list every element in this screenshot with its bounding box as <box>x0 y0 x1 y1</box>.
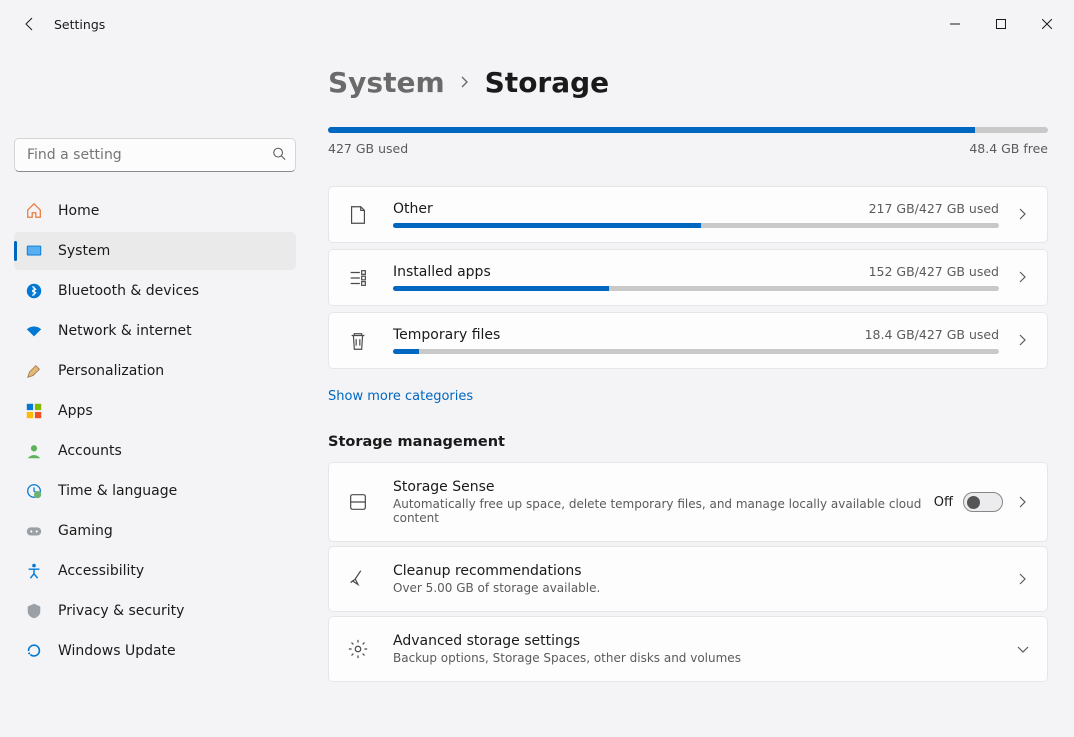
personalization-icon <box>24 361 44 381</box>
sidebar-item-label: Home <box>58 203 99 219</box>
sidebar-item-label: Time & language <box>58 483 177 499</box>
sidebar-item-gaming[interactable]: Gaming <box>14 512 296 550</box>
storage-sense-icon <box>347 491 369 513</box>
close-button[interactable] <box>1024 8 1070 40</box>
minimize-icon <box>950 19 960 29</box>
maximize-button[interactable] <box>978 8 1024 40</box>
accounts-icon <box>24 441 44 461</box>
category-bar <box>393 349 999 354</box>
storage-management-heading: Storage management <box>328 434 1048 450</box>
sidebar-item-label: Personalization <box>58 363 164 379</box>
storage-total-fill <box>328 127 975 133</box>
window-title: Settings <box>54 17 105 32</box>
storage-free-label: 48.4 GB free <box>969 141 1048 156</box>
privacy-icon <box>24 601 44 621</box>
search-icon <box>272 146 286 165</box>
breadcrumb-current: Storage <box>485 66 610 99</box>
chevron-down-icon <box>1017 640 1029 659</box>
toggle-switch <box>963 492 1003 512</box>
storage-sense-row[interactable]: Storage Sense Automatically free up spac… <box>328 462 1048 542</box>
mgmt-title: Advanced storage settings <box>393 633 1017 649</box>
sidebar-item-label: Bluetooth & devices <box>58 283 199 299</box>
sidebar-item-home[interactable]: Home <box>14 192 296 230</box>
category-detail: 18.4 GB/427 GB used <box>865 327 999 342</box>
category-detail: 152 GB/427 GB used <box>869 264 999 279</box>
sidebar-item-label: System <box>58 243 110 259</box>
bluetooth-icon <box>24 281 44 301</box>
category-title: Other <box>393 201 433 217</box>
cleanup-recommendations-row[interactable]: Cleanup recommendations Over 5.00 GB of … <box>328 546 1048 612</box>
chevron-right-icon <box>1017 570 1029 589</box>
gear-icon <box>347 638 369 660</box>
mgmt-title: Storage Sense <box>393 479 934 495</box>
close-icon <box>1042 19 1052 29</box>
sidebar-item-privacy[interactable]: Privacy & security <box>14 592 296 630</box>
sidebar-item-label: Network & internet <box>58 323 192 339</box>
category-other[interactable]: Other 217 GB/427 GB used <box>328 186 1048 243</box>
category-bar <box>393 223 999 228</box>
sidebar-item-label: Accessibility <box>58 563 144 579</box>
accessibility-icon <box>24 561 44 581</box>
category-installed-apps[interactable]: Installed apps 152 GB/427 GB used <box>328 249 1048 306</box>
breadcrumb-parent[interactable]: System <box>328 66 445 99</box>
sidebar-item-label: Accounts <box>58 443 122 459</box>
category-temporary-files[interactable]: Temporary files 18.4 GB/427 GB used <box>328 312 1048 369</box>
category-title: Installed apps <box>393 264 491 280</box>
mgmt-subtitle: Over 5.00 GB of storage available. <box>393 581 1017 595</box>
sidebar-item-windows-update[interactable]: Windows Update <box>14 632 296 670</box>
time-icon <box>24 481 44 501</box>
mgmt-title: Cleanup recommendations <box>393 563 1017 579</box>
chevron-right-icon <box>459 72 471 93</box>
gaming-icon <box>24 521 44 541</box>
sidebar-item-label: Apps <box>58 403 93 419</box>
sidebar-item-network[interactable]: Network & internet <box>14 312 296 350</box>
storage-sense-toggle[interactable]: Off <box>934 492 1003 512</box>
sidebar-item-label: Privacy & security <box>58 603 184 619</box>
show-more-categories-link[interactable]: Show more categories <box>328 389 473 404</box>
system-icon <box>24 241 44 261</box>
breadcrumb: System Storage <box>328 66 1048 99</box>
back-button[interactable] <box>14 8 46 40</box>
minimize-button[interactable] <box>932 8 978 40</box>
sidebar-item-system[interactable]: System <box>14 232 296 270</box>
chevron-right-icon <box>1017 268 1029 287</box>
sidebar-item-accounts[interactable]: Accounts <box>14 432 296 470</box>
update-icon <box>24 641 44 661</box>
sidebar-item-label: Windows Update <box>58 643 176 659</box>
advanced-storage-row[interactable]: Advanced storage settings Backup options… <box>328 616 1048 682</box>
toggle-state-label: Off <box>934 495 953 510</box>
storage-used-label: 427 GB used <box>328 141 408 156</box>
sidebar-item-personalization[interactable]: Personalization <box>14 352 296 390</box>
sidebar-item-accessibility[interactable]: Accessibility <box>14 552 296 590</box>
installed-apps-icon <box>347 267 369 289</box>
home-icon <box>24 201 44 221</box>
category-title: Temporary files <box>393 327 500 343</box>
chevron-right-icon <box>1017 331 1029 350</box>
maximize-icon <box>996 19 1006 29</box>
trash-icon <box>347 330 369 352</box>
sidebar-item-time-language[interactable]: Time & language <box>14 472 296 510</box>
chevron-right-icon <box>1017 493 1029 512</box>
category-detail: 217 GB/427 GB used <box>869 201 999 216</box>
arrow-left-icon <box>22 16 38 32</box>
sidebar-item-apps[interactable]: Apps <box>14 392 296 430</box>
sidebar-item-label: Gaming <box>58 523 113 539</box>
storage-total-bar <box>328 127 1048 133</box>
category-bar <box>393 286 999 291</box>
other-icon <box>347 204 369 226</box>
mgmt-subtitle: Backup options, Storage Spaces, other di… <box>393 651 1017 665</box>
sidebar-item-bluetooth[interactable]: Bluetooth & devices <box>14 272 296 310</box>
network-icon <box>24 321 44 341</box>
chevron-right-icon <box>1017 205 1029 224</box>
search-input[interactable] <box>14 138 296 172</box>
mgmt-subtitle: Automatically free up space, delete temp… <box>393 497 934 525</box>
broom-icon <box>347 568 369 590</box>
apps-icon <box>24 401 44 421</box>
